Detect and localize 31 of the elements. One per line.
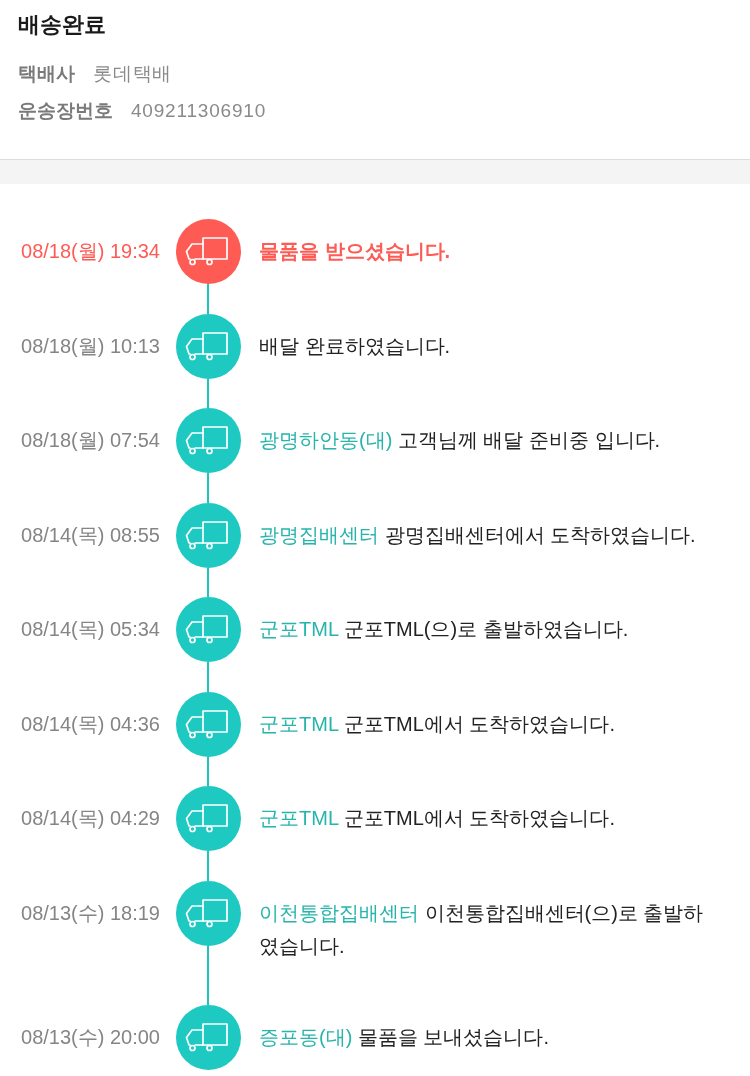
detail-label: 운송장번호: [18, 99, 113, 123]
event-message: 광명집배센터 광명집배센터에서 도착하였습니다.: [259, 522, 697, 548]
event-message: 광명하안동(대) 고객님께 배달 준비중 입니다.: [259, 428, 662, 453]
event-message: 군포TML 군포TML에서 도착하였습니다.: [259, 806, 616, 831]
event-time: 08/13(수) 20:00: [21, 1024, 160, 1050]
event-time: 08/13(수) 18:19: [21, 900, 160, 926]
detail-value: 409211306910: [131, 99, 266, 123]
timeline-line: [207, 756, 209, 786]
event-time: 08/14(목) 04:29: [21, 806, 160, 831]
status-title: 배송완료: [18, 11, 107, 39]
event-message: 군포TML 군포TML(으)로 출발하였습니다.: [259, 617, 630, 642]
event-message: 이천통합집배센터 이천통합집배센터(으)로 출발하였습니다.: [259, 900, 705, 959]
timeline-line: [207, 662, 209, 692]
timeline-line: [207, 567, 209, 597]
event-time: 08/18(월) 10:13: [21, 333, 160, 359]
timeline-line: [207, 284, 209, 314]
timeline-line: [207, 851, 209, 881]
timeline-line: [207, 473, 209, 503]
event-message: 물품을 받으셨습니다.: [259, 239, 452, 264]
timeline-line: [207, 378, 209, 408]
event-message: 군포TML 군포TML에서 도착하였습니다.: [259, 711, 616, 737]
timeline-line: [207, 945, 209, 1005]
event-time: 08/18(월) 07:54: [21, 428, 160, 453]
detail-value: 롯데택배: [93, 62, 173, 86]
event-time: 08/14(목) 08:55: [21, 522, 160, 548]
detail-label: 택배사: [18, 62, 75, 86]
event-message: 증포동(대) 물품을 보내셨습니다.: [259, 1024, 550, 1050]
event-time: 08/18(월) 19:34: [21, 239, 160, 264]
event-time: 08/14(목) 05:34: [21, 617, 160, 642]
event-message: 배달 완료하였습니다.: [259, 333, 452, 359]
event-time: 08/14(목) 04:36: [21, 711, 160, 737]
